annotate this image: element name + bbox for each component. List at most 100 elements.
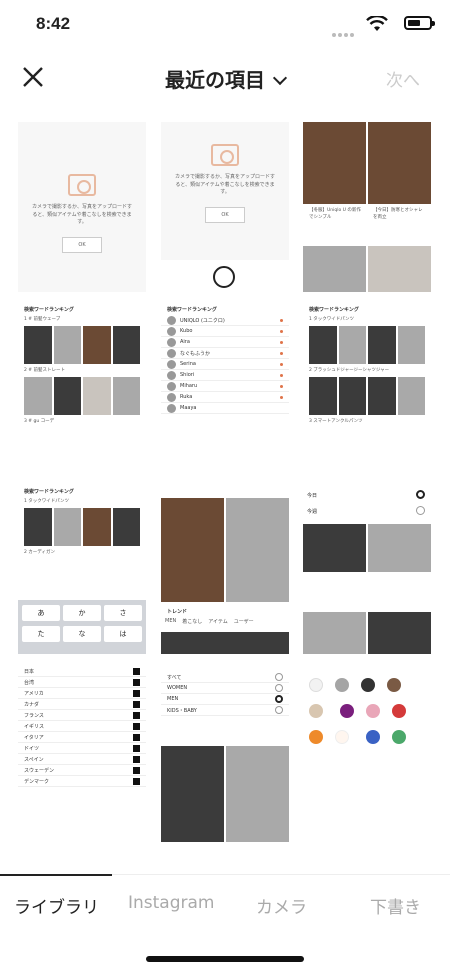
keyboard: あ か さ た な は (18, 600, 146, 654)
empty-message: カメラで撮影するか、写真をアップロードすると、類似アイテムや着こなしを検索できま… (32, 204, 132, 225)
nav-bar: 最近の項目 次へ (0, 56, 450, 100)
key: あ (22, 605, 60, 621)
photo-thumbnail[interactable]: トレンド MEN 着こなし アイテム ユーザー (161, 484, 289, 654)
filter-row: すべて (161, 672, 289, 683)
outfit-photo (368, 246, 431, 292)
ranking-heading: 検索ワードランキング (309, 307, 359, 313)
photo-thumbnail[interactable]: カメラで撮影するか、写真をアップロードすると、類似アイテムや着こなしを検索できま… (161, 122, 289, 292)
country-row: イタリア (18, 732, 146, 743)
photo-thumbnail[interactable]: 検索ワードランキング 1 タックワイドパンツ 2 ブラッシュドジャージーシャツジ… (303, 302, 431, 472)
next-button[interactable]: 次へ (386, 66, 420, 91)
photo-thumbnail[interactable]: 【冬服】Uniqlo U の新作でシンプル 【今日】防寒とオシャレを両立 (303, 122, 431, 292)
user-row: Miharu (161, 381, 289, 392)
country-row: フランス (18, 710, 146, 721)
swatch (387, 678, 401, 692)
photo-thumbnail[interactable]: すべて WOMEN MEN KIDS・BABY (161, 666, 289, 856)
user-row: なぐもふうか (161, 348, 289, 359)
outfit-photo (368, 524, 431, 572)
outfit-photo (161, 632, 289, 654)
shutter-icon (213, 266, 235, 288)
outfit-photo (368, 612, 431, 654)
ranking-item: 2 # 前髪ストレート (24, 368, 65, 374)
filter-row: MEN (161, 694, 289, 705)
outfit-photo (161, 746, 224, 842)
trend-tabs: MEN 着こなし アイテム ユーザー (165, 618, 254, 625)
outfit-photo (226, 746, 289, 842)
country-row: スウェーデン (18, 765, 146, 776)
swatch (309, 704, 323, 718)
ranking-item: 1 # 前髪ウェーブ (24, 317, 61, 322)
key: た (22, 626, 60, 642)
ranking-item: 1 タックワイドパンツ (24, 499, 70, 504)
status-time: 8:42 (36, 14, 71, 33)
radio-selected-icon (416, 490, 425, 499)
country-row: 日本 (18, 666, 146, 677)
photo-thumbnail[interactable]: 検索ワードランキング UNIQLO (ユニクロ) Kubo Aira なぐもふう… (161, 302, 289, 472)
photo-thumbnail[interactable]: 検索ワードランキング 1 # 前髪ウェーブ 2 # 前髪ストレート 3 # gu… (18, 302, 146, 472)
outfit-photo (303, 612, 366, 654)
camera-search-icon (68, 174, 96, 196)
home-indicator (146, 956, 304, 962)
swatch (335, 730, 349, 744)
page-title: 最近の項目 (165, 68, 265, 92)
wifi-icon (366, 16, 388, 31)
photo-thumbnail[interactable]: カメラで撮影するか、写真をアップロードすると、類似アイテムや着こなしを検索できま… (18, 122, 146, 292)
photo-thumbnail[interactable]: 日本 台湾 アメリカ カナダ フランス イギリス イタリア ドイツ スペイン ス… (18, 666, 146, 856)
swatch (309, 730, 323, 744)
ranking-heading: 検索ワードランキング (167, 307, 217, 313)
camera-controls (161, 260, 289, 292)
photo-grid: カメラで撮影するか、写真をアップロードすると、類似アイテムや着こなしを検索できま… (18, 122, 432, 874)
bottom-tab-bar: ライブラリ Instagram カメラ 下書き (0, 874, 450, 932)
country-row: カナダ (18, 699, 146, 710)
outfit-photo (303, 122, 366, 204)
ranking-item: 2 ブラッシュドジャージーシャツジャー (309, 368, 390, 374)
album-selector[interactable]: 最近の項目 (0, 64, 450, 93)
radio-icon (416, 506, 425, 515)
photo-thumbnail[interactable]: 今日 今週 (303, 484, 431, 654)
outfit-photo (368, 122, 431, 204)
swatch (366, 730, 381, 744)
user-row: Shiori (161, 370, 289, 381)
post-caption: 【冬服】Uniqlo U の新作でシンプル (309, 208, 361, 221)
date-option: 今週 (307, 509, 318, 515)
user-row: Kubo (161, 326, 289, 337)
swatch (361, 678, 375, 692)
ok-button: OK (62, 236, 102, 253)
keyboard-row: た な は (18, 621, 146, 642)
country-row: デンマーク (18, 776, 146, 787)
tab-library[interactable]: ライブラリ (14, 893, 99, 918)
ranking-item: 3 スマートアンクルパンツ (309, 419, 363, 425)
key: な (63, 626, 101, 642)
ok-button: OK (205, 206, 245, 223)
ranking-photos (18, 506, 146, 548)
outfit-photo (303, 524, 366, 572)
tab-drafts[interactable]: 下書き (370, 893, 421, 918)
ranking-photos (303, 375, 431, 417)
country-row: 台湾 (18, 677, 146, 688)
photo-thumbnail[interactable]: 検索ワードランキング 1 タックワイドパンツ 2 カーディガン あ か さ た … (18, 484, 146, 654)
ranking-heading: 検索ワードランキング (24, 307, 74, 313)
photo-thumbnail[interactable] (303, 666, 431, 856)
key: は (104, 626, 142, 642)
ranking-item: 2 カーディガン (24, 550, 55, 556)
outfit-photo (161, 498, 224, 602)
swatch (366, 704, 381, 718)
user-row: Ruka (161, 392, 289, 403)
swatch (309, 678, 323, 692)
post-caption: 【今日】防寒とオシャレを両立 (373, 208, 423, 221)
swatch (335, 678, 349, 692)
ranking-heading: 検索ワードランキング (24, 489, 74, 495)
ranking-item: 1 タックワイドパンツ (309, 317, 355, 322)
swatch (392, 730, 407, 744)
key: か (63, 605, 101, 621)
outfit-photo (226, 498, 289, 602)
trend-title: トレンド (167, 609, 188, 615)
swatch (340, 704, 355, 718)
filter-row: WOMEN (161, 683, 289, 694)
tab-camera[interactable]: カメラ (256, 893, 307, 918)
ranking-photos (18, 375, 146, 417)
tab-instagram[interactable]: Instagram (128, 893, 215, 913)
swatch (392, 704, 407, 718)
filter-row: KIDS・BABY (161, 705, 289, 716)
status-bar: 8:42 (0, 0, 450, 50)
